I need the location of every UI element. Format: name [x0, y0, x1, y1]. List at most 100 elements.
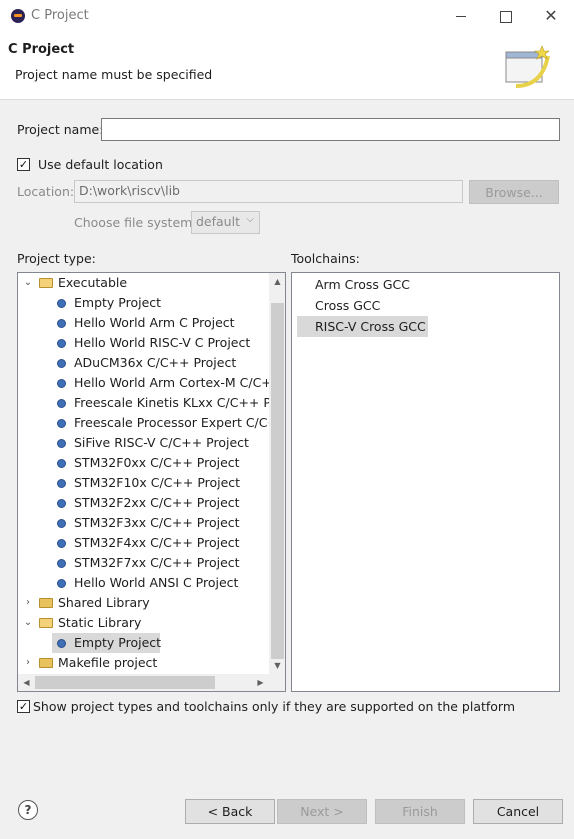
toolchain-label: RISC-V Cross GCC: [315, 319, 426, 334]
tree-folder-row[interactable]: ⌄ Static Library: [18, 613, 269, 633]
folder-icon: [39, 658, 53, 668]
back-button[interactable]: < Back: [185, 799, 275, 824]
wizard-banner-icon: [505, 45, 550, 88]
tree-item-row[interactable]: Hello World Arm C Project: [52, 313, 269, 333]
chevron-down-icon[interactable]: ⌄: [22, 613, 34, 633]
tree-label: STM32F0xx C/C++ Project: [74, 455, 240, 470]
tree-item-row[interactable]: Freescale Processor Expert C/C++ P: [52, 413, 285, 433]
toolchains-list[interactable]: Arm Cross GCC Cross GCC RISC-V Cross GCC: [291, 272, 560, 692]
scroll-corner: [269, 674, 285, 691]
maximize-button[interactable]: [483, 0, 529, 32]
tree-item-row[interactable]: Hello World RISC-V C Project: [52, 333, 269, 353]
maximize-icon: [500, 11, 512, 23]
tree-item-row[interactable]: Empty Project: [52, 633, 162, 653]
tree-vertical-scrollbar[interactable]: ▲ ▼: [269, 273, 285, 674]
project-template-icon: [57, 539, 66, 548]
chevron-right-icon[interactable]: ›: [22, 653, 34, 673]
tree-label: Hello World ANSI C Project: [74, 575, 239, 590]
tree-item-row[interactable]: Hello World Arm Cortex-M C/C++ P: [52, 373, 285, 393]
tree-label: Hello World Arm C Project: [74, 315, 235, 330]
tree-item-row[interactable]: Hello World ANSI C Project: [52, 573, 269, 593]
project-template-icon: [57, 299, 66, 308]
show-supported-checkbox[interactable]: ✓: [17, 700, 30, 713]
tree-item-row[interactable]: ADuCM36x C/C++ Project: [52, 353, 269, 373]
minimize-icon: [456, 16, 466, 17]
chevron-right-icon[interactable]: ›: [22, 593, 34, 613]
scroll-up-icon[interactable]: ▲: [269, 273, 285, 290]
tree-label: STM32F2xx C/C++ Project: [74, 495, 240, 510]
tree-label: Executable: [58, 275, 128, 290]
tree-item-row[interactable]: STM32F2xx C/C++ Project: [52, 493, 269, 513]
tree-label: STM32F10x C/C++ Project: [74, 475, 241, 490]
toolchain-item[interactable]: RISC-V Cross GCC: [297, 316, 428, 337]
folder-open-icon: [39, 618, 53, 628]
tree-horizontal-scrollbar[interactable]: ◀ ▶: [18, 674, 269, 691]
tree-folder-row[interactable]: › Shared Library: [18, 593, 269, 613]
scroll-down-icon[interactable]: ▼: [269, 657, 285, 674]
tree-label: Empty Project: [74, 635, 162, 650]
project-template-icon: [57, 479, 66, 488]
tree-label: ADuCM36x C/C++ Project: [74, 355, 237, 370]
tree-label: STM32F3xx C/C++ Project: [74, 515, 240, 530]
project-template-icon: [57, 499, 66, 508]
tree-folder-row[interactable]: ⌄ Executable: [18, 273, 269, 293]
finish-button[interactable]: Finish: [375, 799, 465, 824]
browse-button[interactable]: Browse...: [469, 180, 559, 204]
next-button[interactable]: Next >: [277, 799, 367, 824]
tree-label: Empty Project: [74, 295, 162, 310]
toolchain-item[interactable]: Arm Cross GCC: [297, 274, 428, 295]
tree-item-row[interactable]: STM32F10x C/C++ Project: [52, 473, 269, 493]
tree-item-row[interactable]: STM32F4xx C/C++ Project: [52, 533, 269, 553]
chevron-down-icon[interactable]: ⌄: [22, 273, 34, 293]
project-template-icon: [57, 579, 66, 588]
tree-item-row[interactable]: SiFive RISC-V C/C++ Project: [52, 433, 269, 453]
project-template-icon: [57, 639, 66, 648]
tree-item-row[interactable]: STM32F0xx C/C++ Project: [52, 453, 269, 473]
project-template-icon: [57, 559, 66, 568]
project-name-input[interactable]: [101, 118, 560, 141]
tree-label: Shared Library: [58, 595, 150, 610]
tree-item-row[interactable]: STM32F7xx C/C++ Project: [52, 553, 269, 573]
wizard-header: C Project Project name must be specified: [0, 32, 574, 100]
tree-item-row[interactable]: STM32F3xx C/C++ Project: [52, 513, 269, 533]
help-button[interactable]: ?: [18, 800, 38, 820]
project-type-tree[interactable]: ⌄ Executable Empty Project Hello World Arm …: [17, 272, 286, 692]
tree-label: Freescale Kinetis KLxx C/C++ Proj: [74, 395, 286, 410]
tree-item-row[interactable]: Empty Project: [52, 293, 269, 313]
hscroll-thumb[interactable]: [35, 676, 215, 689]
tree-item-row[interactable]: Freescale Kinetis KLxx C/C++ Proj: [52, 393, 285, 413]
project-type-label: Project type:: [17, 251, 96, 266]
project-template-icon: [57, 339, 66, 348]
show-supported-label: Show project types and toolchains only i…: [33, 699, 516, 714]
location-label: Location:: [17, 184, 75, 199]
toolchain-label: Arm Cross GCC: [315, 277, 411, 292]
scroll-right-icon[interactable]: ▶: [252, 674, 269, 691]
file-system-label: Choose file system:: [74, 215, 197, 230]
tree-label: Freescale Processor Expert C/C++ P: [74, 415, 286, 430]
file-system-select[interactable]: default ⌵: [191, 211, 260, 234]
tree-label: STM32F4xx C/C++ Project: [74, 535, 240, 550]
project-template-icon: [57, 519, 66, 528]
use-default-location-label: Use default location: [38, 157, 163, 172]
cancel-button[interactable]: Cancel: [473, 799, 563, 824]
tree-folder-row[interactable]: › Makefile project: [18, 653, 269, 673]
scroll-thumb[interactable]: [271, 303, 284, 659]
title-bar: C Project ✕: [0, 0, 574, 32]
tree-label: Hello World Arm Cortex-M C/C++ P: [74, 375, 286, 390]
eclipse-app-icon: [11, 9, 25, 23]
minimize-button[interactable]: [438, 0, 484, 32]
scroll-left-icon[interactable]: ◀: [18, 674, 35, 691]
project-template-icon: [57, 359, 66, 368]
project-name-label: Project name:: [17, 122, 104, 137]
tree-label: SiFive RISC-V C/C++ Project: [74, 435, 249, 450]
close-button[interactable]: ✕: [528, 0, 574, 32]
location-input[interactable]: D:\work\riscv\lib: [74, 180, 463, 203]
use-default-location-checkbox[interactable]: ✓: [17, 158, 30, 171]
close-icon: ✕: [544, 6, 558, 25]
toolchain-label: Cross GCC: [315, 298, 381, 313]
file-system-value: default: [196, 214, 240, 229]
project-template-icon: [57, 319, 66, 328]
tree-label: Static Library: [58, 615, 142, 630]
toolchain-item[interactable]: Cross GCC: [297, 295, 398, 316]
window-title: C Project: [31, 8, 89, 23]
